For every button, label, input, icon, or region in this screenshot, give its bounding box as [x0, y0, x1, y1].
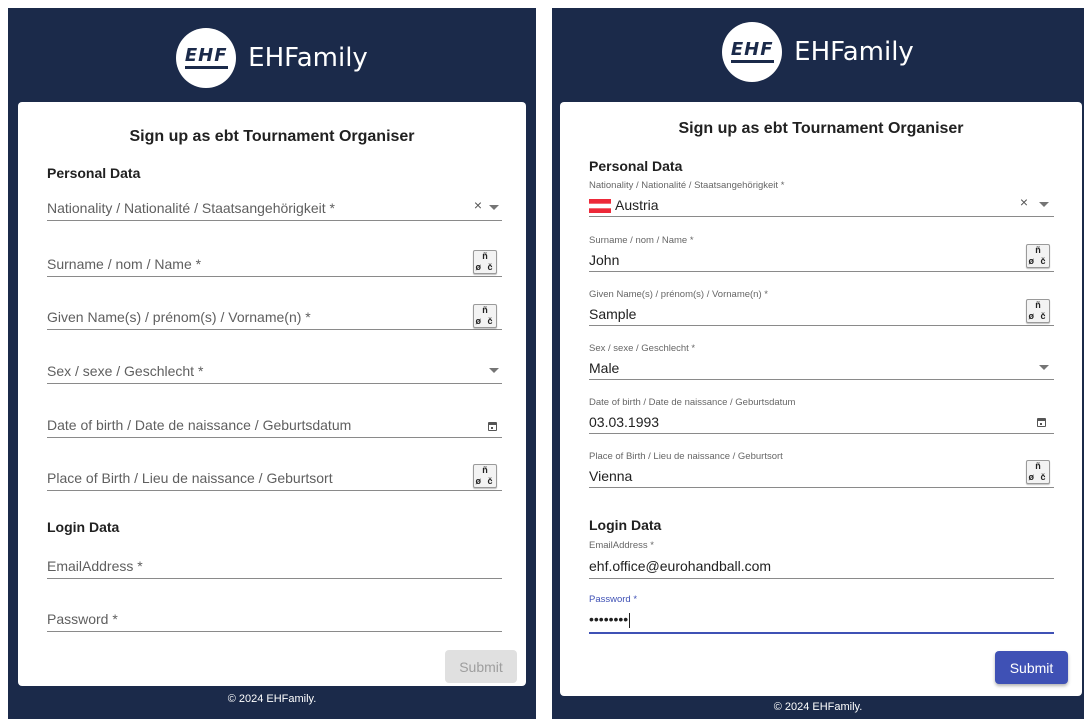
nationality-select[interactable]: Nationality / Nationalité / Staatsangehö…: [47, 188, 502, 221]
sex-value: Male: [589, 360, 620, 376]
given-name-placeholder: Given Name(s) / prénom(s) / Vorname(n) *: [47, 309, 311, 325]
special-char-top: ñ: [482, 251, 488, 261]
given-name-value: Sample: [589, 306, 637, 322]
dob-placeholder: Date of birth / Date de naissance / Gebu…: [47, 417, 352, 433]
pob-value: Vienna: [589, 468, 633, 484]
password-field[interactable]: Password *: [47, 599, 502, 632]
clear-icon[interactable]: ×: [474, 197, 482, 213]
special-characters-button[interactable]: ñ ø č: [473, 304, 497, 328]
sex-select[interactable]: Sex / sexe / Geschlecht *: [47, 351, 502, 384]
special-characters-button[interactable]: ñ ø č: [1026, 460, 1050, 484]
signup-screen-filled: EHF EHFamily Sign up as ebt Tournament O…: [552, 8, 1084, 719]
email-label: EmailAddress *: [589, 540, 654, 551]
signup-screen-empty: EHF EHFamily Sign up as ebt Tournament O…: [8, 8, 536, 719]
special-char-top: ñ: [1035, 461, 1041, 471]
personal-data-heading: Personal Data: [589, 158, 683, 174]
calendar-icon[interactable]: [488, 422, 497, 431]
dropdown-arrow-icon[interactable]: [489, 368, 499, 373]
dob-label: Date of birth / Date de naissance / Gebu…: [589, 397, 796, 408]
special-char-bottom: ø č: [1028, 256, 1048, 266]
special-characters-button[interactable]: ñ ø č: [473, 464, 497, 488]
ehf-logo: EHF: [176, 28, 237, 88]
surname-field[interactable]: Surname / nom / Name * John: [589, 235, 1054, 272]
brand-name: EHFamily: [794, 37, 914, 67]
given-name-label: Given Name(s) / prénom(s) / Vorname(n) *: [589, 289, 768, 300]
dropdown-arrow-icon[interactable]: [1039, 202, 1049, 207]
brand-name: EHFamily: [248, 43, 368, 73]
special-characters-button[interactable]: ñ ø č: [1026, 299, 1050, 323]
sex-select[interactable]: Sex / sexe / Geschlecht * Male: [589, 343, 1054, 380]
surname-placeholder: Surname / nom / Name *: [47, 256, 202, 272]
email-placeholder: EmailAddress *: [47, 558, 143, 574]
nationality-value: Austria: [589, 197, 659, 214]
footer-copyright: © 2024 EHFamily.: [773, 701, 863, 713]
special-char-bottom: ø č: [1028, 311, 1048, 321]
submit-button[interactable]: Submit: [995, 651, 1068, 684]
password-mask: ••••••••: [589, 611, 629, 627]
ehf-logo-text: EHF: [730, 41, 774, 63]
sex-label: Sex / sexe / Geschlecht *: [589, 343, 696, 354]
pob-placeholder: Place of Birth / Lieu de naissance / Geb…: [47, 470, 333, 486]
password-value: ••••••••: [589, 611, 631, 628]
dob-value: 03.03.1993: [589, 414, 660, 430]
password-placeholder: Password *: [47, 611, 118, 627]
signup-card: Sign up as ebt Tournament Organiser Pers…: [560, 102, 1082, 696]
signup-card: Sign up as ebt Tournament Organiser Pers…: [18, 102, 526, 686]
austria-flag-icon: [589, 199, 611, 214]
email-field[interactable]: EmailAddress * ehf.office@eurohandball.c…: [589, 540, 1054, 579]
form-title: Sign up as ebt Tournament Organiser: [129, 128, 415, 145]
surname-label: Surname / nom / Name *: [589, 235, 694, 246]
ehf-logo-text: EHF: [184, 47, 228, 69]
clear-icon[interactable]: ×: [1020, 194, 1028, 210]
pob-label: Place of Birth / Lieu de naissance / Geb…: [589, 451, 783, 462]
form-title: Sign up as ebt Tournament Organiser: [678, 120, 964, 137]
nationality-text: Austria: [615, 197, 659, 213]
given-name-field[interactable]: Given Name(s) / prénom(s) / Vorname(n) *: [47, 297, 502, 330]
brand-header: EHF EHFamily: [552, 22, 1084, 82]
given-name-field[interactable]: Given Name(s) / prénom(s) / Vorname(n) *…: [589, 289, 1054, 326]
login-data-heading: Login Data: [47, 519, 120, 535]
special-char-bottom: ø č: [475, 262, 495, 272]
text-cursor: [629, 612, 631, 628]
special-characters-button[interactable]: ñ ø č: [1026, 244, 1050, 268]
dropdown-arrow-icon[interactable]: [1039, 365, 1049, 370]
special-char-bottom: ø č: [475, 476, 495, 486]
ehf-logo: EHF: [722, 22, 783, 82]
special-characters-button[interactable]: ñ ø č: [473, 250, 497, 274]
date-of-birth-field[interactable]: Date of birth / Date de naissance / Gebu…: [47, 405, 502, 438]
calendar-icon[interactable]: [1037, 418, 1046, 427]
brand-header: EHF EHFamily: [8, 28, 536, 88]
special-char-bottom: ø č: [1028, 472, 1048, 482]
place-of-birth-field[interactable]: Place of Birth / Lieu de naissance / Geb…: [47, 458, 502, 491]
surname-field[interactable]: Surname / nom / Name *: [47, 244, 502, 277]
nationality-placeholder: Nationality / Nationalité / Staatsangehö…: [47, 200, 335, 216]
date-of-birth-field[interactable]: Date of birth / Date de naissance / Gebu…: [589, 397, 1054, 434]
special-char-top: ñ: [1035, 300, 1041, 310]
special-char-top: ñ: [482, 305, 488, 315]
surname-value: John: [589, 252, 620, 268]
email-field[interactable]: EmailAddress *: [47, 546, 502, 579]
nationality-label: Nationality / Nationalité / Staatsangehö…: [589, 180, 785, 191]
email-value: ehf.office@eurohandball.com: [589, 558, 772, 574]
dropdown-arrow-icon[interactable]: [489, 205, 499, 210]
submit-button[interactable]: Submit: [445, 650, 517, 683]
footer-copyright: © 2024 EHFamily.: [227, 693, 317, 705]
personal-data-heading: Personal Data: [47, 165, 141, 181]
password-label: Password *: [589, 594, 638, 605]
special-char-bottom: ø č: [475, 316, 495, 326]
login-data-heading: Login Data: [589, 517, 662, 533]
password-field[interactable]: Password * ••••••••: [589, 594, 1054, 634]
place-of-birth-field[interactable]: Place of Birth / Lieu de naissance / Geb…: [589, 451, 1054, 488]
nationality-select[interactable]: Nationality / Nationalité / Staatsangehö…: [589, 180, 1054, 217]
special-char-top: ñ: [1035, 245, 1041, 255]
special-char-top: ñ: [482, 465, 488, 475]
sex-placeholder: Sex / sexe / Geschlecht *: [47, 363, 204, 379]
